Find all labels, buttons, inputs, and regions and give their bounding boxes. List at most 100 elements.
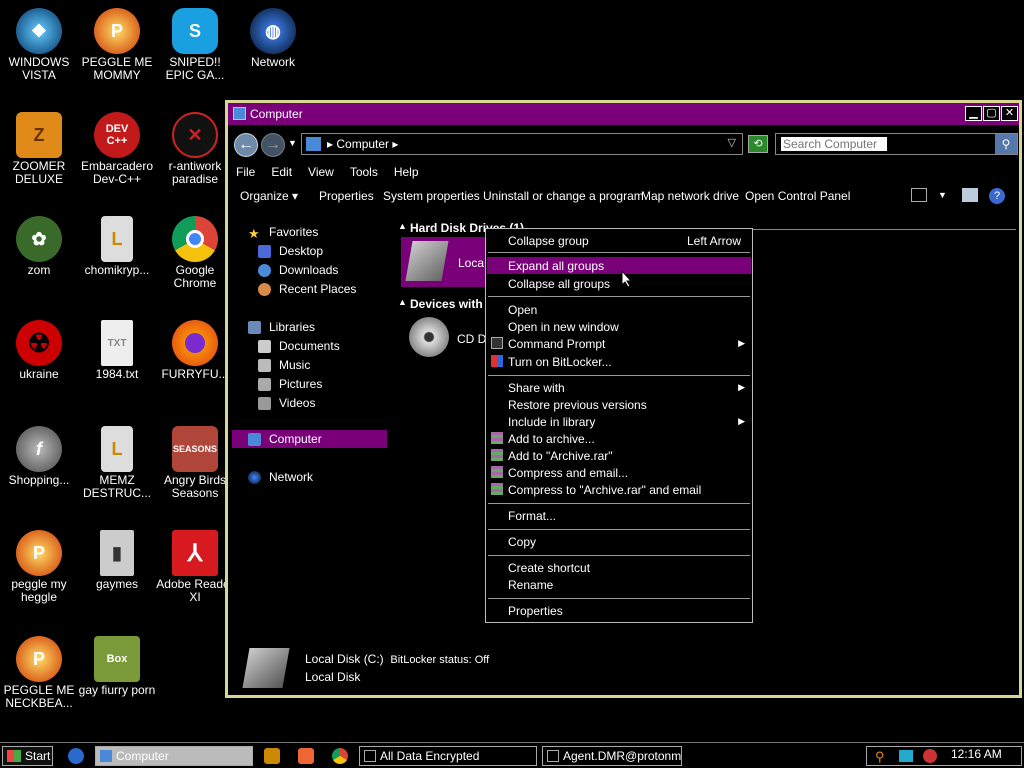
menu-help[interactable]: Help — [386, 162, 427, 182]
collapse-arrow-icon[interactable]: ▲ — [398, 221, 407, 231]
taskbar-task-agent-dmr[interactable]: Agent.DMR@protonmail.... — [542, 746, 682, 766]
menu-item-include-in-library[interactable]: Include in library ▶ — [487, 413, 751, 430]
desktop-icon-memz[interactable]: L MEMZ DESTRUC... — [78, 426, 156, 500]
menu-file[interactable]: File — [228, 162, 263, 182]
menu-tools[interactable]: Tools — [342, 162, 386, 182]
desktop-icon-peggle-me-neckbea[interactable]: P PEGGLE ME NECKBEA... — [0, 636, 78, 710]
refresh-button[interactable]: ⟲ — [748, 135, 768, 153]
desktop-icon-furryfu[interactable]: FURRYFU... — [156, 320, 234, 381]
desktop-icon-1984-txt[interactable]: TXT 1984.txt — [78, 320, 156, 381]
maximize-button[interactable]: ▢ — [983, 106, 1000, 121]
menu-item-compress-email[interactable]: Compress and email... — [487, 464, 751, 481]
organize-button[interactable]: Organize ▾ — [240, 189, 298, 203]
forward-button[interactable]: → — [261, 133, 285, 157]
media-player-icon[interactable] — [264, 748, 280, 764]
cd-drive-tile[interactable]: CD D — [405, 313, 487, 363]
nav-network[interactable]: Network — [248, 468, 313, 486]
back-button[interactable]: ← — [234, 133, 258, 157]
search-icon[interactable]: ⚲ — [995, 134, 1017, 154]
start-button[interactable]: Start — [2, 746, 53, 766]
menu-view[interactable]: View — [300, 162, 342, 182]
desktop-icon-shopping[interactable]: f Shopping... — [0, 426, 78, 487]
submenu-arrow-icon: ▶ — [738, 382, 745, 392]
collapse-arrow-icon[interactable]: ▲ — [398, 297, 407, 307]
network-tray-icon[interactable] — [899, 750, 913, 762]
menu-item-open[interactable]: Open — [487, 301, 751, 318]
nav-music[interactable]: Music — [258, 356, 310, 374]
desktop-icon-gaymes[interactable]: ▮ gaymes — [78, 530, 156, 591]
menu-item-compress-to-rar-email[interactable]: Compress to "Archive.rar" and email — [487, 481, 751, 498]
desktop-icon-r-antiwork[interactable]: ✕ r-antiwork paradise — [156, 112, 234, 186]
desktop-icon-sniped[interactable]: S SNIPED!! EPIC GA... — [156, 8, 234, 82]
nav-documents[interactable]: Documents — [258, 337, 340, 355]
text-file-icon: TXT — [101, 320, 133, 366]
desktop-icon-adobe-reader[interactable]: ⅄ Adobe Reader XI — [156, 530, 234, 604]
menu-item-rename[interactable]: Rename — [487, 576, 751, 593]
close-button[interactable]: ✕ — [1001, 106, 1018, 121]
menu-item-open-new-window[interactable]: Open in new window — [487, 318, 751, 335]
desktop-icon-google-chrome[interactable]: Google Chrome — [156, 216, 234, 290]
desktop-icon-windows-vista[interactable]: ❖ WINDOWS VISTA — [0, 8, 78, 82]
menu-item-format[interactable]: Format... — [487, 507, 751, 524]
desktop-icon-devcpp[interactable]: DEV C++ Embarcadero Dev-C++ — [78, 112, 156, 186]
menu-item-add-to-archive[interactable]: Add to archive... — [487, 430, 751, 447]
desktop-icon-ukraine[interactable]: ☢ ukraine — [0, 320, 78, 381]
uninstall-program-button[interactable]: Uninstall or change a program — [483, 189, 644, 203]
desktop-icon-gay-fiurry-porn[interactable]: Box gay fiurry porn — [78, 636, 156, 697]
desktop-icon-peggle-my-heggle[interactable]: P peggle my heggle — [0, 530, 78, 604]
address-bar[interactable]: ▸ Computer ▸ ▽ — [301, 133, 743, 155]
menu-item-command-prompt[interactable]: Command Prompt ▶ — [487, 335, 751, 352]
taskbar-task-computer[interactable]: Computer — [95, 746, 253, 766]
help-icon[interactable]: ? — [989, 188, 1005, 204]
system-properties-button[interactable]: System properties — [383, 189, 480, 203]
map-network-drive-button[interactable]: Map network drive — [641, 189, 739, 203]
menu-item-share-with[interactable]: Share with ▶ — [487, 379, 751, 396]
desktop-icon-peggle-me-mommy[interactable]: P PEGGLE ME MOMMY — [78, 8, 156, 82]
desktop-icon-zom[interactable]: ✿ zom — [0, 216, 78, 277]
minimize-button[interactable]: ▁ — [965, 106, 982, 121]
address-crumb[interactable]: Computer — [336, 137, 389, 151]
nav-desktop[interactable]: Desktop — [258, 242, 323, 260]
desktop-icon-zoomer-deluxe[interactable]: Z ZOOMER DELUXE — [0, 112, 78, 186]
navigation-pane: ★ Favorites Desktop Downloads Recent Plac… — [228, 221, 390, 621]
search-tray-icon[interactable]: ⚲ — [875, 749, 885, 765]
menu-item-properties[interactable]: Properties — [487, 602, 751, 619]
menu-item-create-shortcut[interactable]: Create shortcut — [487, 559, 751, 576]
computer-icon — [100, 750, 112, 762]
change-view-icon[interactable] — [911, 188, 927, 202]
menu-item-restore-previous[interactable]: Restore previous versions — [487, 396, 751, 413]
nav-downloads[interactable]: Downloads — [258, 261, 338, 279]
local-disk-tile[interactable]: Loca — [401, 237, 487, 287]
desktop-icon-network[interactable]: ◍ Network — [234, 8, 312, 69]
desktop-icon-angry-birds[interactable]: SEASONS Angry Birds Seasons — [156, 426, 234, 500]
open-control-panel-button[interactable]: Open Control Panel — [745, 189, 850, 203]
chrome-icon[interactable] — [332, 748, 348, 764]
address-dropdown-icon[interactable]: ▽ — [728, 136, 736, 149]
nav-libraries[interactable]: Libraries — [248, 318, 315, 336]
nav-recent-places[interactable]: Recent Places — [258, 280, 356, 298]
title-bar[interactable]: Computer ▁ ▢ ✕ — [228, 103, 1019, 125]
search-input[interactable] — [781, 137, 887, 151]
recent-pages-dropdown-icon[interactable]: ▼ — [288, 138, 297, 148]
nav-videos[interactable]: Videos — [258, 394, 315, 412]
properties-button[interactable]: Properties — [319, 189, 374, 203]
menu-item-copy[interactable]: Copy — [487, 533, 751, 550]
menu-item-collapse-group[interactable]: Collapse group Left Arrow — [487, 232, 751, 249]
desktop-icon-chomikryp[interactable]: L chomikryp... — [78, 216, 156, 277]
volume-tray-icon[interactable] — [923, 749, 937, 763]
group-header-devices[interactable]: Devices with — [410, 297, 483, 311]
nav-favorites[interactable]: ★ Favorites — [248, 223, 318, 241]
menu-item-bitlocker[interactable]: Turn on BitLocker... — [487, 353, 751, 370]
paint-icon[interactable] — [298, 748, 314, 764]
internet-explorer-icon[interactable] — [68, 748, 84, 764]
nav-pictures[interactable]: Pictures — [258, 375, 322, 393]
menu-item-expand-all-groups[interactable]: Expand all groups — [487, 257, 751, 274]
view-options-dropdown-icon[interactable]: ▼ — [938, 190, 947, 200]
menu-item-add-to-archive-rar[interactable]: Add to "Archive.rar" — [487, 447, 751, 464]
preview-pane-icon[interactable] — [962, 188, 978, 202]
clock[interactable]: 12:16 AM — [951, 747, 1002, 761]
menu-item-collapse-all-groups[interactable]: Collapse all groups — [487, 275, 751, 292]
taskbar-task-all-data-encrypted[interactable]: All Data Encrypted — [359, 746, 537, 766]
nav-computer[interactable]: Computer — [248, 430, 322, 448]
menu-edit[interactable]: Edit — [263, 162, 300, 182]
